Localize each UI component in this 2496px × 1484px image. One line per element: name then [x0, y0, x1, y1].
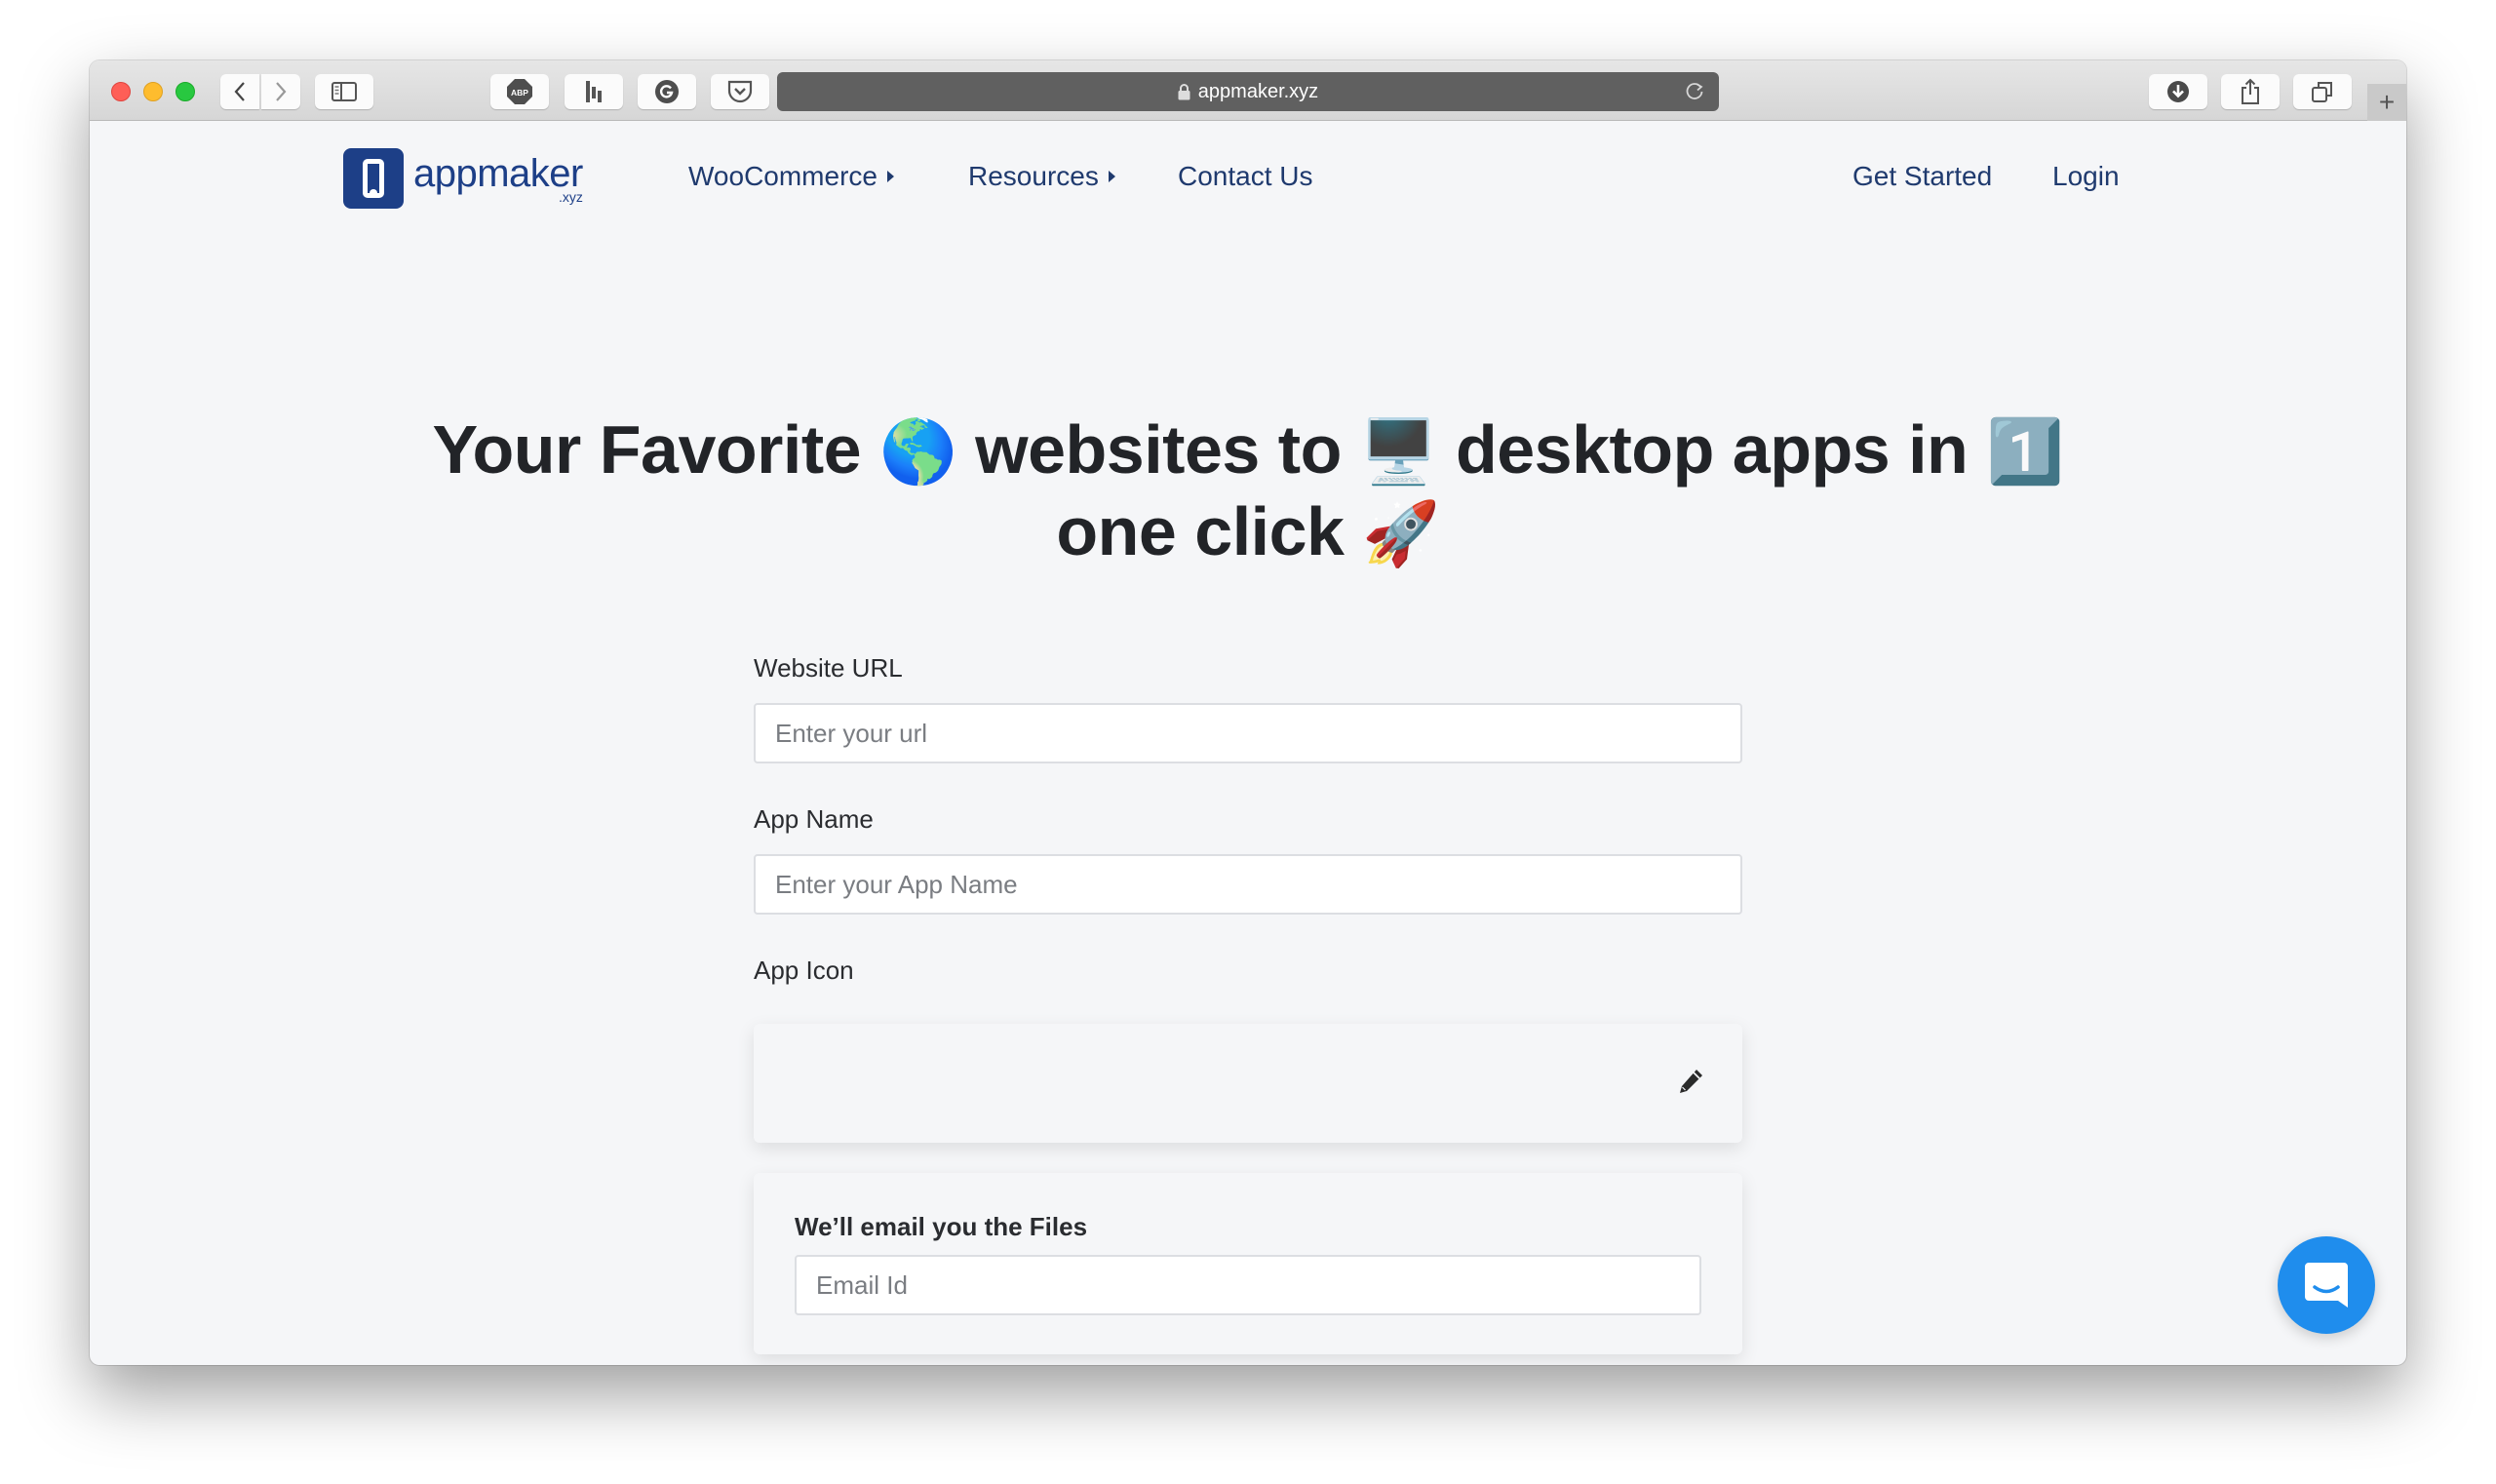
address-bar[interactable]: appmaker.xyz — [777, 72, 1719, 111]
email-card-title: We’ll email you the Files — [795, 1212, 1088, 1241]
browser-window: ABP appmaker.xyz + appmaker .xyz WooComm… — [90, 60, 2406, 1365]
adblock-plus-icon: ABP — [507, 79, 532, 104]
lock-icon — [1178, 83, 1190, 99]
downloads-button[interactable] — [2149, 74, 2207, 109]
chevron-right-icon — [276, 82, 287, 101]
tabs-icon — [2312, 82, 2332, 102]
minimize-window-button[interactable] — [143, 82, 163, 101]
app-icon-upload-card[interactable] — [754, 1024, 1742, 1143]
pocket-extension-button[interactable] — [711, 74, 769, 109]
app-icon-label: App Icon — [754, 956, 854, 985]
back-button[interactable] — [220, 74, 259, 109]
sidebar-icon — [332, 82, 357, 101]
grammarly-icon — [655, 80, 679, 103]
phone-logo-icon — [343, 148, 404, 209]
hero-text: websites to — [956, 411, 1360, 488]
desktop-emoji-icon: 🖥️ — [1359, 416, 1438, 487]
svg-text:ABP: ABP — [511, 88, 528, 98]
hero-text: desktop apps in — [1437, 411, 1987, 488]
web-page: appmaker .xyz WooCommerce Resources Cont… — [90, 122, 2406, 1365]
chat-support-button[interactable] — [2278, 1236, 2375, 1334]
keycap-one-emoji-icon: 1️⃣ — [1986, 416, 2064, 487]
adblock-extension-button[interactable]: ABP — [490, 74, 549, 109]
tabs-overview-button[interactable] — [2293, 74, 2352, 109]
browser-toolbar: ABP appmaker.xyz + — [90, 60, 2406, 121]
nav-resources-label: Resources — [968, 161, 1099, 191]
hero-text: Your Favorite — [432, 411, 880, 488]
email-input[interactable] — [795, 1255, 1701, 1315]
logo-name: appmaker — [413, 152, 583, 195]
nav-contact-us[interactable]: Contact Us — [1178, 161, 1313, 192]
pencil-edit-icon[interactable] — [1676, 1067, 1705, 1096]
nav-contact-label: Contact Us — [1178, 161, 1313, 191]
site-navbar: appmaker .xyz WooCommerce Resources Cont… — [90, 122, 2406, 229]
pocket-icon — [727, 80, 753, 103]
nav-login[interactable]: Login — [2052, 161, 2120, 192]
app-name-input[interactable] — [754, 854, 1742, 915]
email-card: We’ll email you the Files — [754, 1173, 1742, 1354]
plus-icon: + — [2378, 87, 2396, 117]
toolbar-extension-button[interactable] — [565, 74, 623, 109]
bars-extension-icon — [586, 81, 602, 102]
app-name-label: App Name — [754, 804, 874, 834]
hero-headline: Your Favorite 🌎 websites to 🖥️ desktop a… — [90, 410, 2406, 573]
nav-resources[interactable]: Resources — [968, 161, 1115, 192]
hero-text: one click — [1056, 493, 1363, 569]
share-button[interactable] — [2221, 74, 2280, 109]
url-text: appmaker.xyz — [1197, 80, 1319, 102]
nav-woocommerce[interactable]: WooCommerce — [688, 161, 894, 192]
chat-bubble-icon — [2305, 1263, 2348, 1308]
login-label: Login — [2052, 161, 2120, 191]
nav-get-started[interactable]: Get Started — [1852, 161, 1992, 192]
get-started-label: Get Started — [1852, 161, 1993, 191]
close-window-button[interactable] — [111, 82, 131, 101]
appmaker-logo[interactable]: appmaker .xyz — [343, 148, 583, 209]
caret-right-icon — [1108, 171, 1115, 182]
grammarly-extension-button[interactable] — [638, 74, 696, 109]
website-url-label: Website URL — [754, 653, 903, 683]
new-tab-button[interactable]: + — [2367, 84, 2406, 121]
share-icon — [2242, 78, 2259, 104]
reload-icon[interactable] — [1684, 81, 1705, 102]
rocket-emoji-icon: 🚀 — [1362, 498, 1440, 568]
nav-woocommerce-label: WooCommerce — [688, 161, 878, 191]
zoom-window-button[interactable] — [176, 82, 195, 101]
website-url-input[interactable] — [754, 703, 1742, 763]
sidebar-toggle-button[interactable] — [315, 74, 373, 109]
caret-right-icon — [886, 171, 894, 182]
chevron-left-icon — [234, 82, 245, 101]
forward-button[interactable] — [261, 74, 300, 109]
globe-emoji-icon: 🌎 — [879, 416, 957, 487]
download-icon — [2167, 81, 2189, 102]
